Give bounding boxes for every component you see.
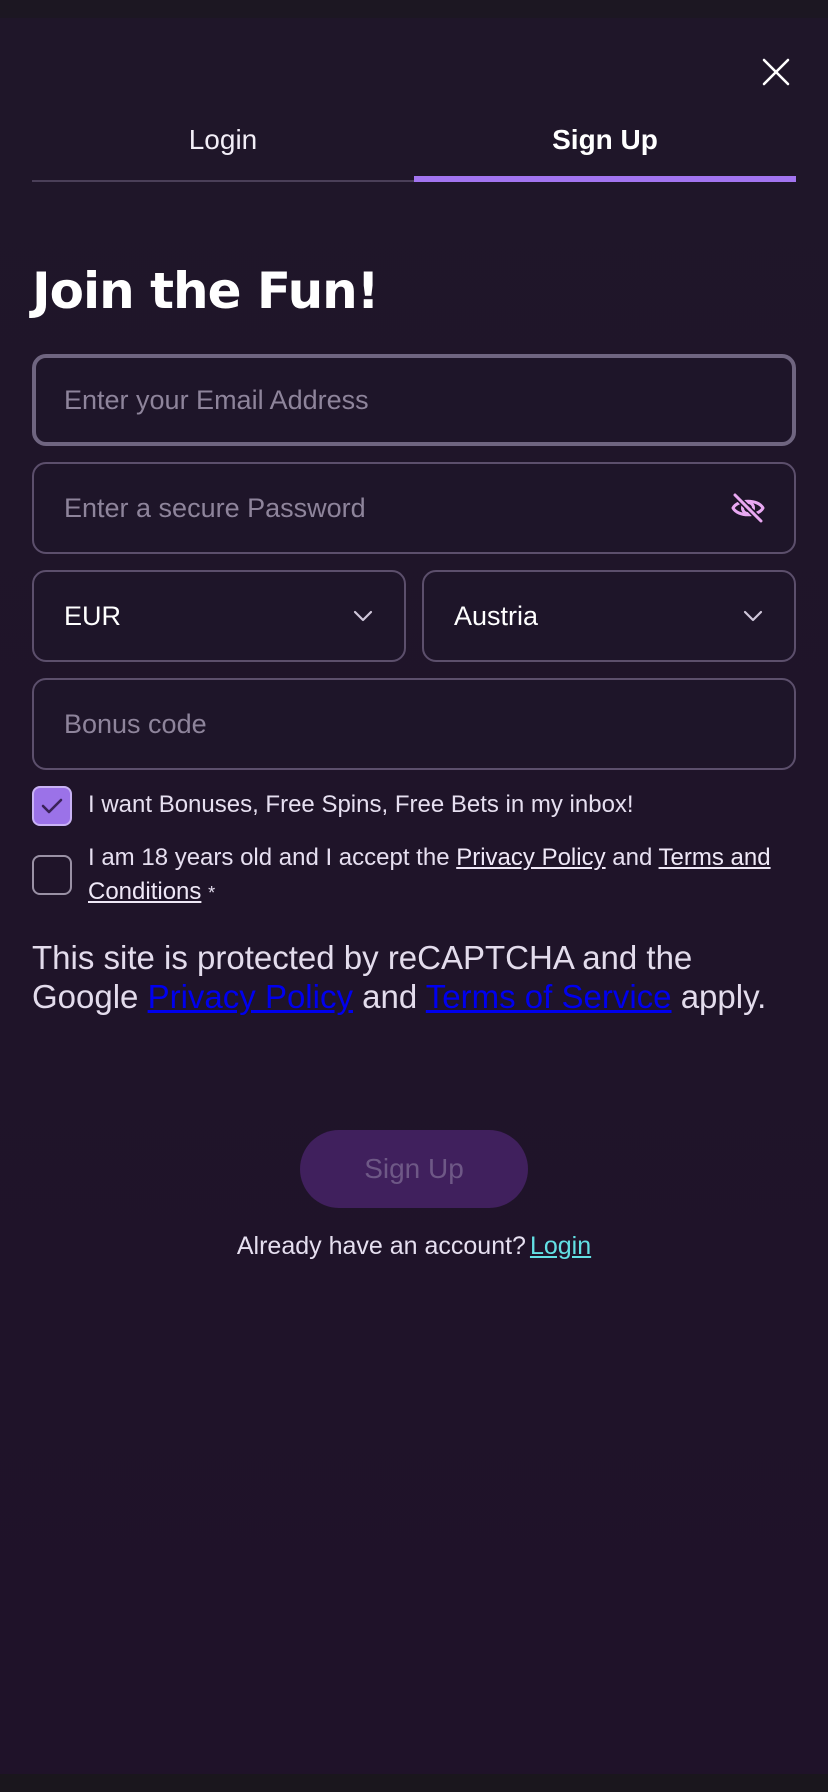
country-value: Austria [454, 600, 539, 631]
terms-label-prefix: I am 18 years old and I accept the [88, 844, 450, 871]
required-mark: * [208, 883, 216, 903]
auth-tabs: Login Sign Up [32, 110, 796, 182]
tab-signup-label: Sign Up [552, 124, 658, 155]
page-title: Join the Fun! [32, 262, 380, 320]
terms-consent-label: I am 18 years old and I accept the Priva… [88, 841, 788, 910]
home-indicator-bar [0, 1774, 828, 1792]
recaptcha-notice: This site is protected by reCAPTCHA and … [32, 938, 802, 1016]
toggle-password-visibility-button[interactable] [730, 490, 766, 526]
terms-label-and: and [612, 844, 653, 871]
google-privacy-policy-link[interactable]: Privacy Policy [148, 978, 353, 1015]
chevron-down-icon [743, 610, 763, 622]
marketing-consent-checkbox[interactable] [32, 786, 72, 826]
tab-signup[interactable]: Sign Up [414, 110, 796, 182]
password-input[interactable] [64, 492, 764, 524]
eye-off-icon [731, 492, 765, 524]
status-bar [0, 0, 828, 18]
privacy-policy-link[interactable]: Privacy Policy [456, 844, 605, 871]
country-select[interactable]: Austria [422, 570, 796, 662]
marketing-consent-label: I want Bonuses, Free Spins, Free Bets in… [88, 791, 634, 818]
check-icon [41, 798, 63, 814]
bonus-code-field[interactable] [32, 678, 796, 770]
login-prompt: Already have an account? Login [0, 1232, 828, 1261]
recaptcha-suffix: apply. [680, 978, 767, 1015]
terms-consent-checkbox[interactable] [32, 855, 72, 895]
google-terms-of-service-link[interactable]: Terms of Service [426, 978, 672, 1015]
close-button[interactable] [756, 52, 796, 92]
tab-login[interactable]: Login [32, 110, 414, 182]
tab-login-label: Login [188, 124, 258, 155]
password-field[interactable] [32, 462, 796, 554]
login-prompt-text: Already have an account? [236, 1232, 526, 1260]
email-input[interactable] [64, 384, 764, 416]
bonus-code-input[interactable] [64, 708, 764, 740]
currency-select[interactable]: EUR [32, 570, 406, 662]
currency-value: EUR [64, 600, 122, 631]
recaptcha-and: and [362, 978, 418, 1015]
active-tab-indicator [414, 176, 796, 182]
email-field[interactable] [32, 354, 796, 446]
signup-submit-button[interactable]: Sign Up [300, 1130, 528, 1208]
login-link[interactable]: Login [530, 1232, 591, 1260]
close-icon [762, 58, 790, 86]
chevron-down-icon [353, 610, 373, 622]
